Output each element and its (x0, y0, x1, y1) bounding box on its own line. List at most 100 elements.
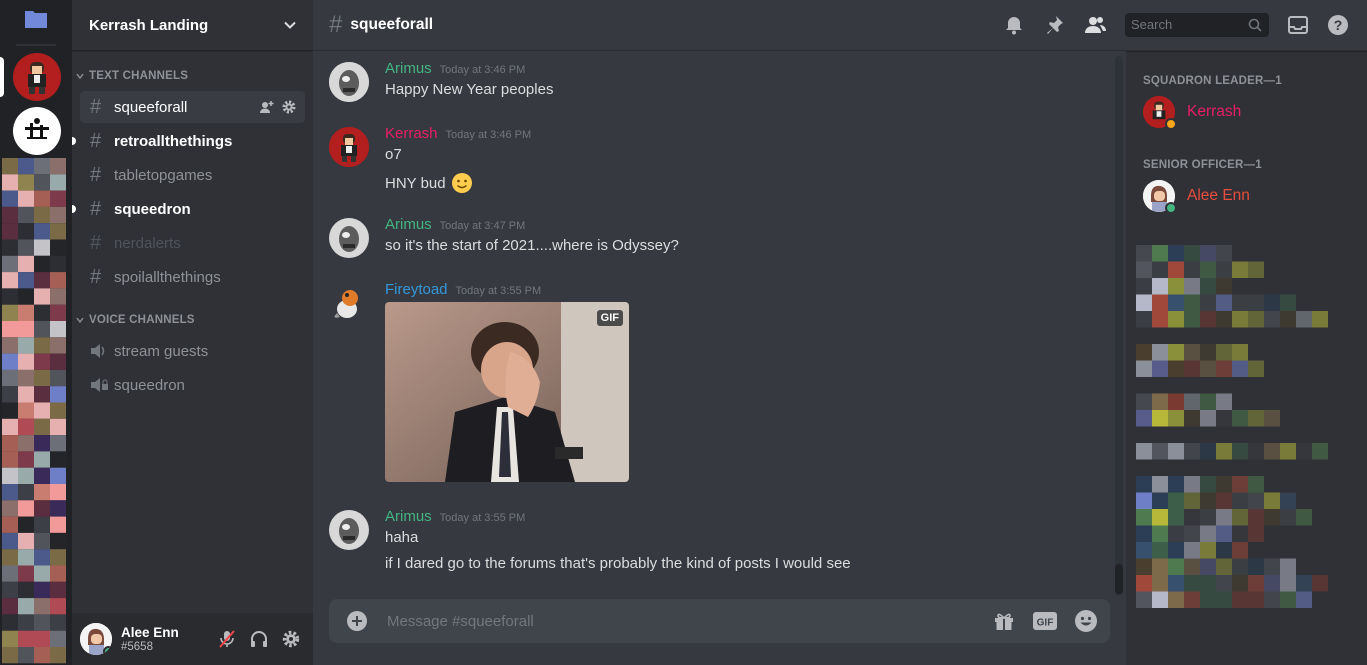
message-author[interactable]: Arimus (385, 60, 432, 77)
message-input[interactable]: Message #squeeforall GIF (329, 599, 1110, 643)
message-timestamp: Today at 3:46 PM (445, 129, 532, 141)
pixel (2, 581, 18, 599)
pixel (50, 516, 66, 533)
pixel (1152, 492, 1168, 509)
channel-spoilallthethings[interactable]: # spoilallthethings (80, 261, 305, 293)
pixel (34, 223, 50, 240)
channel-nerdalerts[interactable]: # nerdalerts (80, 227, 305, 259)
gif-picker-icon[interactable]: GIF (1032, 610, 1058, 632)
pixel (2, 321, 18, 338)
channel-squeeforall[interactable]: # squeeforall (80, 91, 305, 123)
mute-microphone-icon[interactable] (217, 629, 237, 649)
pixel (50, 174, 66, 191)
user-settings-gear-icon[interactable] (281, 629, 301, 649)
bell-icon[interactable] (1003, 14, 1025, 36)
gear-icon[interactable] (281, 99, 297, 115)
pixel (1168, 360, 1184, 377)
pixel (50, 532, 66, 550)
pixel (50, 337, 66, 354)
speaker-icon (91, 344, 105, 358)
pixel (18, 239, 34, 256)
voice-channel-squeedron[interactable]: squeedron (80, 369, 305, 401)
add-attachment-icon[interactable] (345, 609, 369, 633)
pixel (34, 451, 50, 468)
pixel (18, 190, 34, 207)
gif-attachment[interactable]: GIF (385, 302, 629, 482)
server-icon-2[interactable] (13, 107, 61, 155)
message-text: HNY bud (385, 174, 446, 192)
pixel (34, 321, 50, 338)
server-header[interactable]: Kerrash Landing (72, 0, 313, 51)
category-text-channels[interactable]: TEXT CHANNELS (76, 70, 188, 82)
slightly-smiling-emoji-icon[interactable] (451, 172, 473, 194)
chevron-down-icon[interactable] (283, 18, 297, 32)
hash-icon: # (90, 265, 102, 288)
pixel (34, 369, 50, 387)
pixel (1248, 443, 1264, 460)
pixel (18, 158, 34, 175)
folder-icon[interactable] (24, 8, 48, 30)
headphones-icon[interactable] (249, 629, 269, 649)
message: Fireytoad Today at 3:55 PM GIF (329, 281, 1109, 491)
pixel (50, 158, 66, 175)
pixel (18, 467, 34, 484)
pixel (1264, 294, 1280, 311)
pixel (34, 532, 50, 550)
pixel (34, 614, 50, 631)
pixel (1232, 344, 1248, 361)
pixel (1296, 591, 1312, 608)
pixel (1264, 311, 1280, 328)
member-item[interactable]: Alee Enn (1143, 180, 1250, 214)
pixel (1248, 311, 1264, 328)
pixel (1232, 509, 1248, 526)
channel-title: squeeforall (350, 16, 434, 33)
avatar[interactable] (329, 127, 369, 167)
server-icon-kerrash-landing[interactable] (13, 53, 61, 101)
scrollbar[interactable] (1115, 56, 1123, 596)
pixel (1280, 492, 1296, 509)
channel-tabletopgames[interactable]: # tabletopgames (80, 159, 305, 191)
message-author[interactable]: Arimus (385, 508, 432, 525)
scrollbar-thumb[interactable] (1115, 564, 1123, 594)
member-list-icon[interactable] (1083, 14, 1107, 36)
pixel (18, 337, 34, 354)
voice-channel-stream-guests[interactable]: stream guests (80, 335, 305, 367)
pixel (1152, 261, 1168, 278)
pixel (1184, 245, 1200, 262)
avatar[interactable] (80, 623, 112, 655)
message-author[interactable]: Kerrash (385, 125, 438, 142)
pixel (1296, 575, 1312, 592)
pixel (1184, 344, 1200, 361)
avatar[interactable] (329, 510, 369, 550)
selected-server-pill (0, 57, 4, 97)
search-icon (1248, 18, 1262, 32)
search-input[interactable]: Search (1125, 13, 1269, 37)
pixel (1264, 492, 1280, 509)
pixel (1152, 558, 1168, 575)
pixel (50, 565, 66, 582)
category-voice-channels[interactable]: VOICE CHANNELS (76, 314, 195, 326)
pixel (1136, 261, 1152, 278)
emoji-picker-icon[interactable] (1074, 609, 1098, 633)
inbox-icon[interactable] (1287, 14, 1309, 36)
message: Arimus Today at 3:55 PM haha if I dared … (329, 508, 1109, 584)
pixel (1152, 525, 1168, 542)
message-author[interactable]: Fireytoad (385, 281, 448, 298)
channel-retroallthethings[interactable]: # retroallthethings (72, 125, 305, 157)
avatar[interactable] (329, 218, 369, 258)
channel-squeedron[interactable]: # squeedron (72, 193, 305, 225)
avatar[interactable] (329, 62, 369, 102)
help-icon[interactable]: ? (1327, 14, 1349, 36)
gift-icon[interactable] (992, 609, 1016, 633)
pixel (1216, 591, 1232, 608)
pixel (50, 418, 66, 436)
pixel (1184, 410, 1200, 427)
search-placeholder: Search (1131, 17, 1173, 32)
avatar[interactable] (329, 283, 369, 323)
pin-icon[interactable] (1043, 14, 1065, 36)
message-author[interactable]: Arimus (385, 216, 432, 233)
locked-speaker-icon (91, 378, 108, 392)
invite-user-icon[interactable] (259, 99, 275, 115)
member-item[interactable]: Kerrash (1143, 96, 1241, 130)
pixel (1232, 261, 1248, 278)
